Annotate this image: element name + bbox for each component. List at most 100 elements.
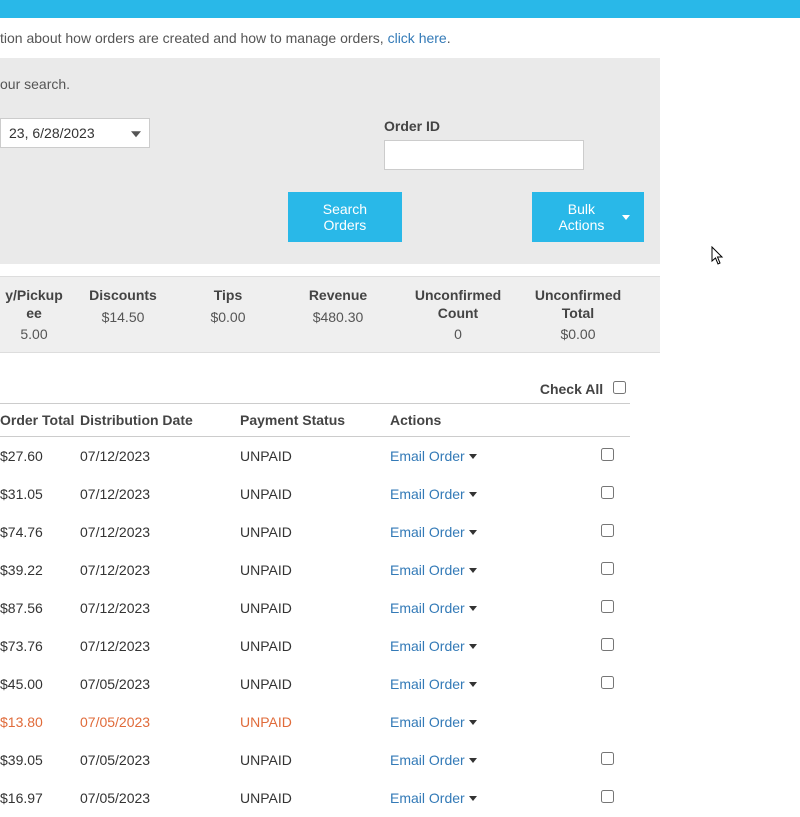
date-select-value: 23, 6/28/2023 bbox=[9, 125, 95, 141]
order-id-input[interactable] bbox=[384, 140, 584, 170]
search-panel: our search. 23, 6/28/2023 Order ID Searc… bbox=[0, 58, 660, 264]
cell-order-total: $45.00 bbox=[0, 676, 80, 692]
check-all-checkbox[interactable] bbox=[613, 381, 626, 394]
email-order-dropdown[interactable]: Email Order bbox=[390, 752, 477, 768]
cell-payment-status: UNPAID bbox=[240, 448, 390, 464]
email-order-dropdown[interactable]: Email Order bbox=[390, 638, 477, 654]
email-order-dropdown[interactable]: Email Order bbox=[390, 790, 477, 806]
email-order-dropdown[interactable]: Email Order bbox=[390, 562, 477, 578]
row-checkbox[interactable] bbox=[601, 752, 614, 765]
row-checkbox[interactable] bbox=[601, 486, 614, 499]
th-distribution-date: Distribution Date bbox=[80, 412, 240, 428]
row-checkbox[interactable] bbox=[601, 600, 614, 613]
cell-order-total: $73.76 bbox=[0, 638, 80, 654]
summary-val: 0 bbox=[402, 326, 514, 342]
summary-hdr: UnconfirmedTotal bbox=[522, 287, 634, 322]
table-row: $16.9707/05/2023UNPAIDEmail Order bbox=[0, 779, 630, 817]
search-orders-button[interactable]: Search Orders bbox=[288, 192, 402, 242]
cell-order-total: $31.05 bbox=[0, 486, 80, 502]
row-checkbox[interactable] bbox=[601, 638, 614, 651]
check-all-row: Check All bbox=[0, 375, 630, 404]
summary-col-discounts: Discounts $14.50 bbox=[68, 277, 178, 352]
summary-val: $0.00 bbox=[182, 309, 274, 325]
summary-val: $480.30 bbox=[282, 309, 394, 325]
cell-payment-status: UNPAID bbox=[240, 676, 390, 692]
caret-down-icon bbox=[469, 492, 477, 497]
email-order-label: Email Order bbox=[390, 714, 465, 730]
order-id-label: Order ID bbox=[384, 118, 604, 134]
cell-order-total: $74.76 bbox=[0, 524, 80, 540]
cell-distribution-date: 07/12/2023 bbox=[80, 600, 240, 616]
summary-hdr: Discounts bbox=[72, 287, 174, 305]
cell-payment-status: UNPAID bbox=[240, 486, 390, 502]
email-order-label: Email Order bbox=[390, 448, 465, 464]
click-here-link[interactable]: click here bbox=[388, 30, 447, 46]
row-checkbox[interactable] bbox=[601, 790, 614, 803]
summary-col-unconfirmed-total: UnconfirmedTotal $0.00 bbox=[518, 277, 638, 352]
cell-order-total: $39.22 bbox=[0, 562, 80, 578]
summary-col-unconfirmed-count: UnconfirmedCount 0 bbox=[398, 277, 518, 352]
date-field-group: 23, 6/28/2023 bbox=[0, 118, 150, 170]
cell-actions: Email Order bbox=[390, 752, 530, 768]
th-payment-status: Payment Status bbox=[240, 412, 390, 428]
cell-actions: Email Order bbox=[390, 486, 530, 502]
row-checkbox[interactable] bbox=[601, 448, 614, 461]
summary-hdr: y/Pickupee bbox=[4, 287, 64, 322]
cell-actions: Email Order bbox=[390, 676, 530, 692]
email-order-dropdown[interactable]: Email Order bbox=[390, 676, 477, 692]
cell-check bbox=[530, 486, 620, 502]
summary-val: 5.00 bbox=[4, 326, 64, 342]
top-bar bbox=[0, 0, 800, 18]
cell-distribution-date: 07/12/2023 bbox=[80, 562, 240, 578]
search-row: 23, 6/28/2023 Order ID bbox=[0, 118, 644, 170]
email-order-label: Email Order bbox=[390, 524, 465, 540]
email-order-dropdown[interactable]: Email Order bbox=[390, 714, 477, 730]
cell-actions: Email Order bbox=[390, 714, 530, 730]
email-order-dropdown[interactable]: Email Order bbox=[390, 524, 477, 540]
email-order-dropdown[interactable]: Email Order bbox=[390, 600, 477, 616]
cell-check bbox=[530, 600, 620, 616]
cell-payment-status: UNPAID bbox=[240, 562, 390, 578]
cell-check bbox=[530, 790, 620, 806]
bulk-actions-button[interactable]: Bulk Actions bbox=[532, 192, 644, 242]
caret-down-icon bbox=[469, 720, 477, 725]
cell-order-total: $39.05 bbox=[0, 752, 80, 768]
table-row: $73.7607/12/2023UNPAIDEmail Order bbox=[0, 627, 630, 665]
cell-order-total: $16.97 bbox=[0, 790, 80, 806]
email-order-label: Email Order bbox=[390, 790, 465, 806]
cell-distribution-date: 07/12/2023 bbox=[80, 638, 240, 654]
table-row: $31.0507/12/2023UNPAIDEmail Order bbox=[0, 475, 630, 513]
caret-down-icon bbox=[469, 568, 477, 573]
date-select[interactable]: 23, 6/28/2023 bbox=[0, 118, 150, 148]
row-checkbox[interactable] bbox=[601, 562, 614, 575]
caret-down-icon bbox=[469, 606, 477, 611]
bulk-actions-label: Bulk Actions bbox=[546, 201, 617, 233]
cell-check bbox=[530, 448, 620, 464]
th-order-total: Order Total bbox=[0, 412, 80, 428]
cell-order-total: $87.56 bbox=[0, 600, 80, 616]
summary-col-revenue: Revenue $480.30 bbox=[278, 277, 398, 352]
cell-check bbox=[530, 676, 620, 692]
row-checkbox[interactable] bbox=[601, 676, 614, 689]
th-actions: Actions bbox=[390, 412, 530, 428]
email-order-dropdown[interactable]: Email Order bbox=[390, 486, 477, 502]
summary-col-tips: Tips $0.00 bbox=[178, 277, 278, 352]
search-orders-label: Search Orders bbox=[302, 201, 388, 233]
cell-check bbox=[530, 752, 620, 768]
cell-order-total: $27.60 bbox=[0, 448, 80, 464]
caret-down-icon bbox=[622, 215, 630, 220]
cell-check bbox=[530, 562, 620, 578]
cell-distribution-date: 07/05/2023 bbox=[80, 714, 240, 730]
caret-down-icon bbox=[469, 530, 477, 535]
cell-actions: Email Order bbox=[390, 600, 530, 616]
summary-hdr: Tips bbox=[182, 287, 274, 305]
table-row: $87.5607/12/2023UNPAIDEmail Order bbox=[0, 589, 630, 627]
table-row: $39.0507/05/2023UNPAIDEmail Order bbox=[0, 741, 630, 779]
table-head: Order Total Distribution Date Payment St… bbox=[0, 404, 630, 437]
caret-down-icon bbox=[469, 644, 477, 649]
summary-hdr: UnconfirmedCount bbox=[402, 287, 514, 322]
email-order-dropdown[interactable]: Email Order bbox=[390, 448, 477, 464]
cell-actions: Email Order bbox=[390, 524, 530, 540]
row-checkbox[interactable] bbox=[601, 524, 614, 537]
email-order-label: Email Order bbox=[390, 638, 465, 654]
